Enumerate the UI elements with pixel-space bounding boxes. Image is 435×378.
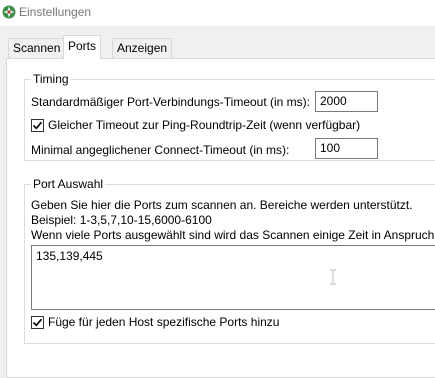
- same-timeout-checkbox[interactable]: [31, 119, 44, 132]
- port-help-line-2: Beispiel: 1-3,5,7,10-15,6000-6100: [31, 213, 212, 227]
- port-help-line-3: Wenn viele Ports ausgewählt sind wird da…: [31, 228, 435, 242]
- port-timeout-label: Standardmäßiger Port-Verbindungs-Timeout…: [31, 95, 310, 109]
- same-timeout-label: Gleicher Timeout zur Ping-Roundtrip-Zeit…: [48, 118, 361, 132]
- window-title: Einstellungen: [19, 5, 92, 19]
- host-specific-checkbox[interactable]: [31, 316, 44, 329]
- checkmark-icon: [32, 318, 43, 327]
- app-logo-icon: [2, 5, 16, 19]
- port-timeout-input[interactable]: 2000: [315, 91, 378, 112]
- text-cursor-icon: [330, 269, 336, 285]
- host-specific-label: Füge für jeden Host spezifische Ports hi…: [48, 315, 280, 329]
- min-timeout-label: Minimal angeglichener Connect-Timeout (i…: [31, 143, 290, 157]
- timing-legend: Timing: [31, 72, 71, 86]
- tab-ports[interactable]: Ports: [63, 35, 102, 59]
- ports-textarea[interactable]: 135,139,445: [31, 245, 435, 310]
- checkmark-icon: [32, 121, 43, 130]
- min-timeout-input[interactable]: 100: [315, 138, 378, 159]
- tab-anzeigen[interactable]: Anzeigen: [112, 38, 173, 58]
- tab-scannen[interactable]: Scannen: [8, 38, 66, 58]
- port-help-line-1: Geben Sie hier die Ports zum scannen an.…: [31, 198, 413, 212]
- port-selection-legend: Port Auswahl: [31, 177, 106, 191]
- title-bar: Einstellungen: [0, 0, 435, 26]
